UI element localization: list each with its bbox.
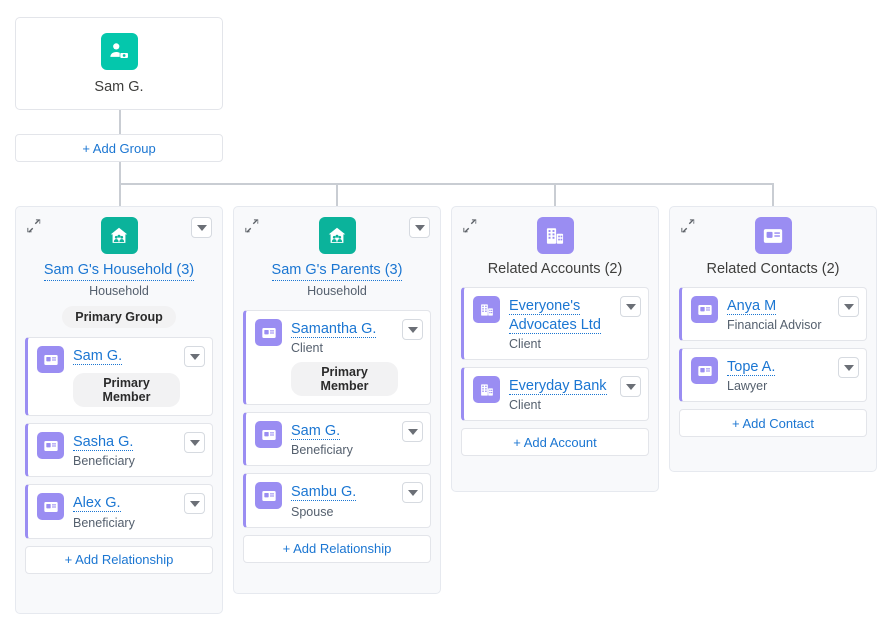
- card-title-link[interactable]: Sam G's Household (3): [43, 261, 195, 282]
- list-item[interactable]: Samantha G. Client Primary Member: [243, 310, 431, 406]
- account-building-icon: [536, 217, 574, 254]
- member-role: Spouse: [291, 504, 334, 519]
- list-item[interactable]: Everyone's Advocates Ltd Client: [461, 287, 649, 361]
- household-icon: [100, 217, 138, 254]
- contact-card-icon: [255, 482, 282, 510]
- member-list: Samantha G. Client Primary Member Sam G.…: [234, 298, 440, 571]
- list-item[interactable]: Everyday Bank Client: [461, 367, 649, 422]
- list-item[interactable]: Sasha G. Beneficiary: [25, 423, 213, 478]
- contact-card-icon: [691, 357, 718, 385]
- member-name-link[interactable]: Sambu G.: [291, 484, 357, 502]
- card-header: Sam G's Parents (3) Household: [234, 207, 440, 298]
- member-name-link[interactable]: Sam G.: [73, 348, 123, 366]
- member-role: Beneficiary: [73, 515, 135, 530]
- row-chevron-down-icon[interactable]: [184, 346, 205, 368]
- card-actions-chevron-down-icon[interactable]: [191, 217, 212, 238]
- group-card-related-accounts: Related Accounts (2) Everyone's Advocate…: [451, 206, 659, 492]
- status-badge: Primary Group: [62, 306, 176, 329]
- contact-card-icon: [37, 493, 64, 521]
- contact-name-link[interactable]: Anya M: [727, 298, 777, 315]
- member-name-link[interactable]: Sam G.: [291, 423, 341, 441]
- row-chevron-down-icon[interactable]: [838, 296, 859, 317]
- account-name-link[interactable]: Everyday Bank: [509, 378, 607, 396]
- add-relationship-button[interactable]: + Add Relationship: [25, 545, 213, 574]
- account-building-icon: [473, 296, 500, 323]
- card-subtitle: Household: [307, 284, 367, 299]
- add-account-button[interactable]: + Add Account: [461, 428, 649, 457]
- account-building-icon: [473, 376, 500, 404]
- row-chevron-down-icon[interactable]: [184, 493, 205, 515]
- root-node-label: Sam G.: [94, 78, 144, 95]
- contact-card-icon: [37, 346, 64, 374]
- household-icon: [318, 217, 356, 254]
- card-header: Sam G's Household (3) Household Primary …: [16, 207, 222, 329]
- connector-drop-3: [554, 183, 556, 206]
- card-title: Related Contacts (2): [706, 261, 840, 277]
- contact-card-icon: [255, 319, 282, 347]
- connector-drop-1: [119, 183, 121, 206]
- list-item[interactable]: Sam G. Beneficiary: [243, 412, 431, 467]
- list-item[interactable]: Tope A. Lawyer: [679, 348, 867, 403]
- card-actions-chevron-down-icon[interactable]: [409, 217, 430, 238]
- list-item[interactable]: Sam G. Primary Member: [25, 337, 213, 417]
- row-chevron-down-icon[interactable]: [620, 296, 641, 317]
- group-card-household: Sam G's Household (3) Household Primary …: [15, 206, 223, 614]
- row-chevron-down-icon[interactable]: [402, 482, 423, 504]
- card-header: Related Contacts (2): [670, 207, 876, 278]
- add-contact-button[interactable]: + Add Contact: [679, 409, 867, 438]
- member-name-link[interactable]: Sasha G.: [73, 434, 134, 452]
- account-role: Client: [509, 337, 541, 352]
- collapse-icon[interactable]: [461, 217, 479, 235]
- connector-root-to-addgroup: [119, 110, 121, 134]
- relationship-tree-canvas: Sam G. + Add Group Sam G's Household (3)…: [0, 0, 892, 617]
- contact-card-icon: [37, 432, 64, 460]
- row-chevron-down-icon[interactable]: [184, 432, 205, 454]
- row-chevron-down-icon[interactable]: [402, 421, 423, 443]
- list-item[interactable]: Alex G. Beneficiary: [25, 484, 213, 539]
- account-role: Client: [509, 398, 541, 413]
- connector-drop-4: [772, 183, 774, 206]
- member-role: Beneficiary: [291, 443, 353, 458]
- contact-role: Financial Advisor: [727, 318, 822, 333]
- group-card-related-contacts: Related Contacts (2) Anya M Financial Ad…: [669, 206, 877, 472]
- card-subtitle: Household: [89, 284, 149, 299]
- member-name-link[interactable]: Alex G.: [73, 495, 121, 513]
- connector-horizontal-bus: [119, 183, 774, 185]
- card-header: Related Accounts (2): [452, 207, 658, 278]
- collapse-icon[interactable]: [679, 217, 697, 235]
- account-list: Everyone's Advocates Ltd Client Everyday…: [452, 278, 658, 465]
- member-role: Beneficiary: [73, 454, 135, 469]
- row-chevron-down-icon[interactable]: [838, 357, 859, 379]
- add-relationship-button[interactable]: + Add Relationship: [243, 534, 431, 563]
- contact-list: Anya M Financial Advisor Tope A. Lawyer …: [670, 278, 876, 446]
- member-role: Client: [291, 341, 323, 356]
- contact-card-icon: [754, 217, 792, 254]
- group-card-parents: Sam G's Parents (3) Household Samantha G…: [233, 206, 441, 594]
- connector-addgroup-down: [119, 162, 121, 184]
- account-name-link[interactable]: Everyone's Advocates Ltd: [509, 298, 601, 335]
- row-chevron-down-icon[interactable]: [620, 376, 641, 398]
- card-title-link[interactable]: Sam G's Parents (3): [271, 261, 403, 282]
- connector-drop-2: [336, 183, 338, 206]
- contact-role: Lawyer: [727, 379, 768, 394]
- contact-card-icon: [691, 296, 718, 323]
- collapse-icon[interactable]: [243, 217, 261, 235]
- collapse-icon[interactable]: [25, 217, 43, 235]
- client-person-icon: [100, 32, 138, 70]
- list-item[interactable]: Anya M Financial Advisor: [679, 287, 867, 342]
- member-name-link[interactable]: Samantha G.: [291, 321, 377, 339]
- contact-card-icon: [255, 421, 282, 449]
- list-item[interactable]: Sambu G. Spouse: [243, 473, 431, 528]
- member-badge: Primary Member: [73, 373, 180, 408]
- add-group-button[interactable]: + Add Group: [15, 134, 223, 162]
- contact-name-link[interactable]: Tope A.: [727, 359, 776, 377]
- row-chevron-down-icon[interactable]: [402, 319, 423, 341]
- card-title: Related Accounts (2): [487, 261, 623, 277]
- root-node-card[interactable]: Sam G.: [15, 17, 223, 110]
- member-list: Sam G. Primary Member Sasha G. Beneficia…: [16, 328, 222, 582]
- member-badge: Primary Member: [291, 362, 398, 397]
